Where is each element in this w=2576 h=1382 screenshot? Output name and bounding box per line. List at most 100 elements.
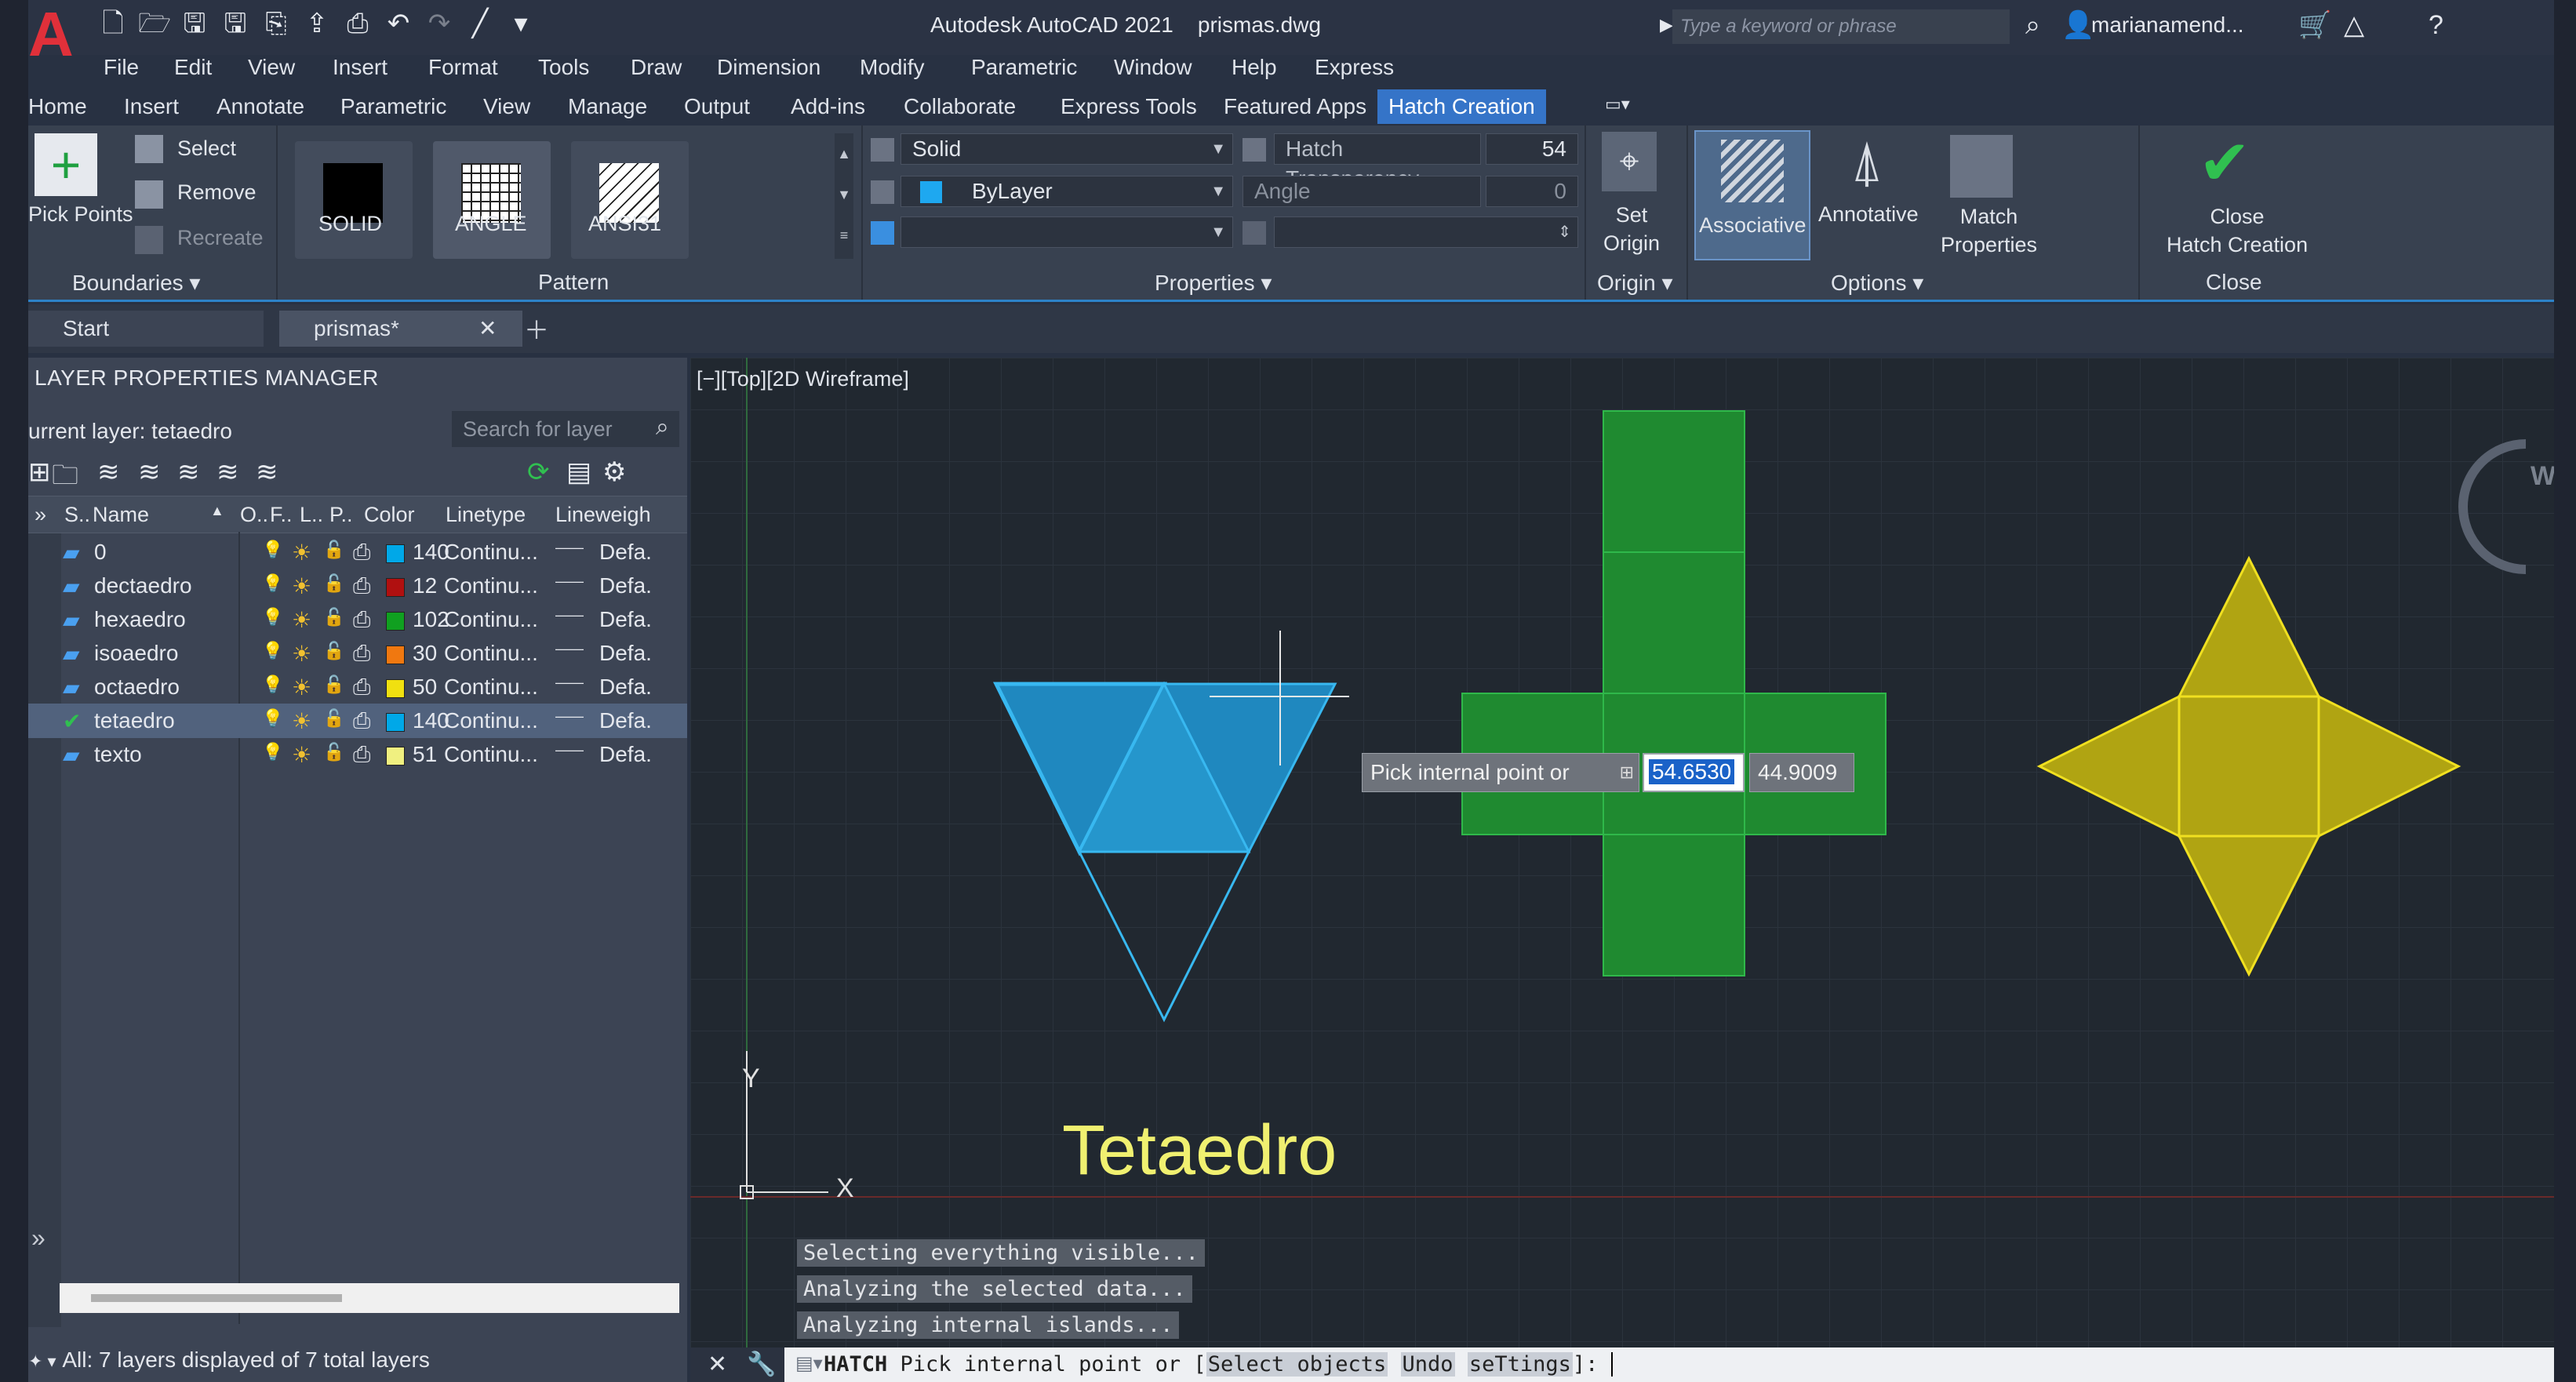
tetaedro-text-label[interactable]: Tetaedro [1062, 1111, 1337, 1191]
option-select-objects[interactable]: Select objects [1206, 1352, 1388, 1377]
tab-prismas[interactable]: prismas* ✕ [279, 311, 522, 347]
layer-name[interactable]: texto [94, 742, 142, 767]
set-current-icon[interactable]: ≋ [256, 456, 278, 488]
search-icon[interactable]: ⌕ [656, 414, 669, 441]
dynamic-input-y[interactable]: 44.9009 [1749, 753, 1854, 792]
customize-qat-icon[interactable]: ▾ [505, 8, 537, 39]
transparency-input[interactable]: 54 [1486, 133, 1578, 165]
filter-dropdown-icon[interactable]: ✦ ▾ [28, 1351, 56, 1371]
layer-lineweight[interactable]: Defa. [599, 607, 652, 632]
col-linetype[interactable]: Linetype [446, 503, 526, 527]
customize-wrench-icon[interactable]: 🔧 [747, 1351, 776, 1378]
settings-gear-icon[interactable]: ⚙ [602, 456, 626, 488]
match-properties-button[interactable]: Match Properties [1941, 202, 2037, 259]
command-line[interactable]: ✕ 🔧 ▤▾ HATCH Pick internal point or [Sel… [690, 1347, 2554, 1382]
annotative-button[interactable]: Annotative [1818, 202, 1919, 227]
user-name[interactable]: marianamend... [2091, 13, 2244, 38]
layer-thaw-sun-icon[interactable]: ☀ [292, 708, 311, 734]
layer-thaw-sun-icon[interactable]: ☀ [292, 742, 311, 768]
layer-plot-icon[interactable]: ⎙ [353, 742, 370, 768]
layer-folder-icon[interactable]: 🗀 [52, 456, 78, 501]
layer-name[interactable]: isoaedro [94, 641, 178, 666]
menu-help[interactable]: Help [1232, 55, 1277, 80]
angle-input[interactable]: 0 [1486, 176, 1578, 207]
option-settings[interactable]: seTtings [1467, 1352, 1573, 1377]
autodesk-app-icon[interactable]: △ [2344, 8, 2364, 42]
layer-unlock-icon[interactable]: 🔓 [323, 742, 344, 762]
layer-name[interactable]: hexaedro [94, 607, 186, 632]
user-icon[interactable]: 👤 [2061, 8, 2094, 42]
help-search-input[interactable]: Type a keyword or phrase [1672, 9, 2010, 44]
layer-linetype[interactable]: Continu... [444, 641, 538, 666]
layer-on-bulb-icon[interactable]: 💡 [262, 742, 283, 762]
layer-row[interactable]: ▰ dectaedro 💡 ☀ 🔓 ⎙ 12 Continu... —— Defa. [28, 569, 687, 603]
tab-view[interactable]: View [483, 94, 530, 119]
layer-on-bulb-icon[interactable]: 💡 [262, 540, 283, 560]
menu-express[interactable]: Express [1315, 55, 1394, 80]
redo-icon[interactable]: ↷ [424, 8, 455, 39]
layer-color-swatch[interactable] [386, 544, 405, 563]
save-as-icon[interactable]: 🖫 [220, 8, 251, 39]
search-expand-icon[interactable]: ▶ [1660, 8, 1673, 42]
layer-unlock-icon[interactable]: 🔓 [323, 675, 344, 695]
hatch-color-dropdown[interactable]: ByLayer ▼ [901, 176, 1233, 207]
layer-lineweight[interactable]: Defa. [599, 708, 652, 733]
col-status[interactable]: S.. [64, 503, 90, 527]
layer-unlock-icon[interactable]: 🔓 [323, 641, 344, 661]
close-hatch-creation-button[interactable]: Close Hatch Creation [2167, 202, 2308, 259]
menu-view[interactable]: View [248, 55, 295, 80]
layer-name[interactable]: dectaedro [94, 573, 192, 598]
menu-dimension[interactable]: Dimension [717, 55, 820, 80]
layer-settings-pin-icon[interactable]: ▤ [566, 456, 591, 488]
layer-name[interactable]: 0 [94, 540, 107, 565]
pick-points-icon[interactable]: + [35, 133, 97, 196]
background-color-dropdown[interactable]: ▼ [901, 216, 1233, 248]
close-command-icon[interactable]: ✕ [708, 1351, 727, 1378]
layer-thaw-sun-icon[interactable]: ☀ [292, 540, 311, 566]
layer-plot-icon[interactable]: ⎙ [353, 540, 370, 566]
drawing-canvas[interactable]: [−][Top][2D Wireframe] W Y X Tetaedro Pi… [690, 358, 2554, 1347]
expand-filters-icon[interactable]: » [35, 503, 46, 527]
layer-lineweight[interactable]: Defa. [599, 641, 652, 666]
layer-color-swatch[interactable] [386, 747, 405, 766]
col-lineweight[interactable]: Lineweigh [555, 503, 651, 527]
layer-linetype[interactable]: Continu... [444, 607, 538, 632]
hatch-type-dropdown[interactable]: Solid ▼ [901, 133, 1233, 165]
layer-row[interactable]: ▰ 0 💡 ☀ 🔓 ⎙ 140 Continu... —— Defa. [28, 535, 687, 569]
tab-hatch-creation[interactable]: Hatch Creation [1377, 89, 1546, 124]
layer-unlock-icon[interactable]: 🔓 [323, 708, 344, 729]
layer-lineweight[interactable]: Defa. [599, 742, 652, 767]
cart-icon[interactable]: 🛒 [2298, 8, 2331, 42]
tab-add-ins[interactable]: Add-ins [791, 94, 865, 119]
tab-featured-apps[interactable]: Featured Apps [1224, 94, 1366, 119]
pattern-angle[interactable] [433, 141, 551, 259]
col-freeze[interactable]: F.. [270, 503, 293, 527]
option-undo[interactable]: Undo [1400, 1352, 1455, 1377]
menu-window[interactable]: Window [1114, 55, 1192, 80]
layer-thaw-sun-icon[interactable]: ☀ [292, 607, 311, 633]
col-plot[interactable]: P.. [329, 503, 353, 527]
col-on[interactable]: O.. [240, 503, 268, 527]
properties-panel-title[interactable]: Properties ▾ [1155, 270, 1272, 296]
recent-commands-icon[interactable]: ▤▾ [795, 1352, 823, 1375]
set-origin-button[interactable]: Set Origin [1603, 201, 1660, 257]
line-tool-icon[interactable]: ╱ [464, 8, 496, 39]
layer-color-swatch[interactable] [386, 713, 405, 732]
layer-plot-icon[interactable]: ⎙ [353, 708, 370, 734]
pattern-solid[interactable] [295, 141, 413, 259]
col-lock[interactable]: L.. [300, 503, 323, 527]
layer-thaw-sun-icon[interactable]: ☀ [292, 675, 311, 700]
open-file-icon[interactable]: 🗁 [138, 8, 171, 39]
layer-plot-icon[interactable]: ⎙ [353, 607, 370, 633]
layer-row[interactable]: ▰ isoaedro 💡 ☀ 🔓 ⎙ 30 Continu... —— Defa. [28, 636, 687, 671]
tab-collaborate[interactable]: Collaborate [904, 94, 1016, 119]
dynamic-input-x[interactable]: 54.6530 [1643, 753, 1745, 792]
scrollbar-thumb[interactable] [91, 1294, 342, 1302]
layer-color-number[interactable]: 30 [413, 641, 437, 666]
layer-plot-icon[interactable]: ⎙ [353, 641, 370, 667]
layer-row[interactable]: ▰ texto 💡 ☀ 🔓 ⎙ 51 Continu... —— Defa. [28, 737, 687, 772]
refresh-icon[interactable]: ⟳ [527, 456, 550, 488]
delete-layer-icon[interactable]: ≋ [216, 456, 239, 488]
new-layer-icon[interactable]: ≋ [138, 456, 161, 488]
new-layer-group-icon[interactable]: ⊞ [28, 456, 51, 488]
